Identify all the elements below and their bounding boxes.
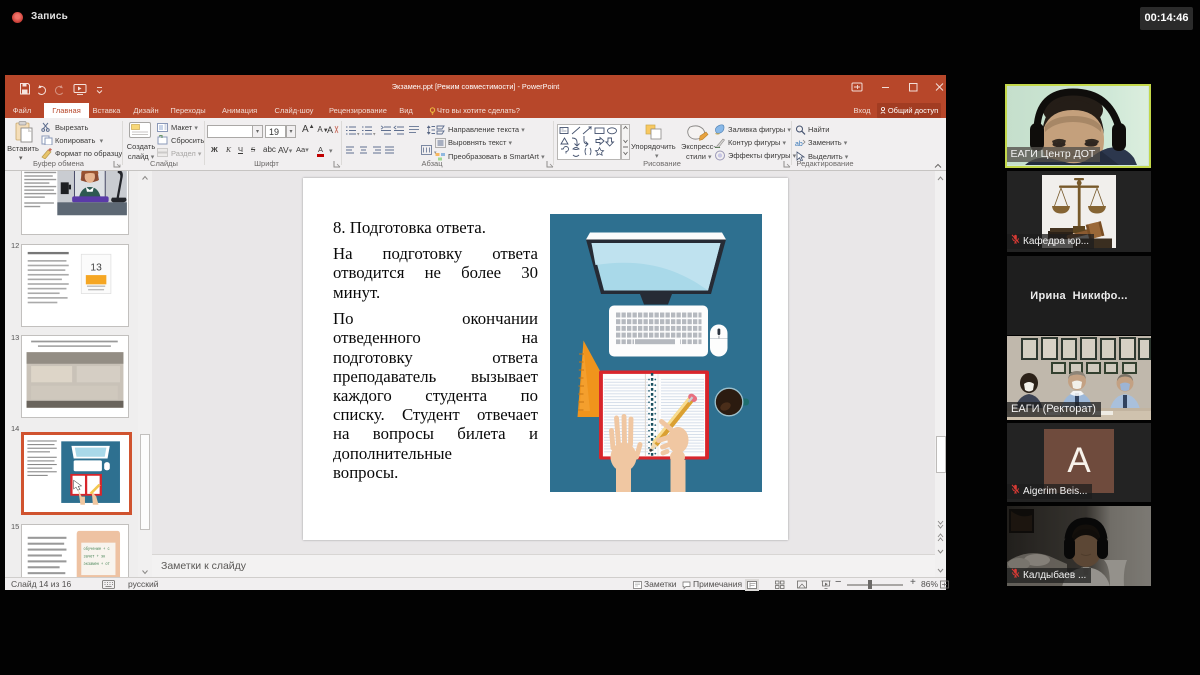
svg-text:ab: ab bbox=[795, 141, 803, 148]
svg-text:экзамен + от: экзамен + от bbox=[83, 561, 110, 567]
svg-text:13: 13 bbox=[90, 262, 102, 273]
svg-text:▾: ▾ bbox=[373, 131, 376, 136]
svg-text:▾: ▾ bbox=[357, 131, 360, 136]
svg-text:обучение + с: обучение + с bbox=[83, 547, 110, 553]
svg-text:зачет + эк: зачет + эк bbox=[83, 554, 105, 560]
svg-text:A: A bbox=[327, 125, 333, 135]
